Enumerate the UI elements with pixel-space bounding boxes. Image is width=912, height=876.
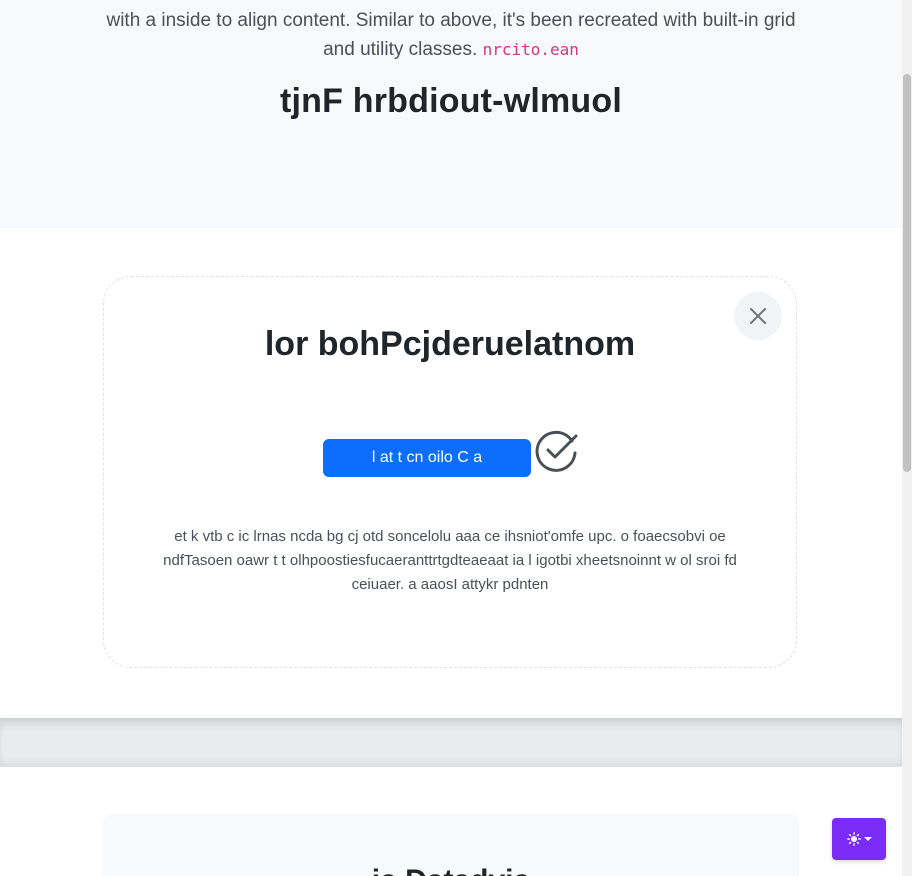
modal-body-text: et k vtb c ic lrnas ncda bg cj otd sonce… [163,528,737,593]
modal-example-section: lor bohPcjderuelatnom l at t cn oilo C a… [0,228,902,718]
hero-lead: with a inside to align content. Similar … [100,6,802,64]
theme-toggle-button[interactable] [832,818,886,860]
hero-section: with a inside to align content. Similar … [0,0,902,228]
check-circle-icon [535,430,578,472]
primary-action-button[interactable]: l at t cn oilo C a [323,439,531,477]
hero-lead-text: with a inside to align content. Similar … [106,10,796,60]
bottom-heading: ia Datadvia [103,864,799,876]
caret-down-icon [863,837,872,841]
close-icon [750,308,766,324]
section-divider [0,718,902,767]
page: with a inside to align content. Similar … [0,0,902,876]
scrollbar[interactable] [902,0,912,876]
modal-card: lor bohPcjderuelatnom l at t cn oilo C a… [103,276,797,668]
modal-title: lor bohPcjderuelatnom [264,325,636,363]
sun-icon [846,832,861,846]
scrollbar-thumb[interactable] [903,74,911,472]
hero-lead-code: nrcito.ean [482,40,579,59]
bottom-section: ia Datadvia [0,767,902,876]
bottom-card: ia Datadvia [103,814,799,876]
hero-heading: tjnF hrbdiout-wlmuol [279,82,623,120]
